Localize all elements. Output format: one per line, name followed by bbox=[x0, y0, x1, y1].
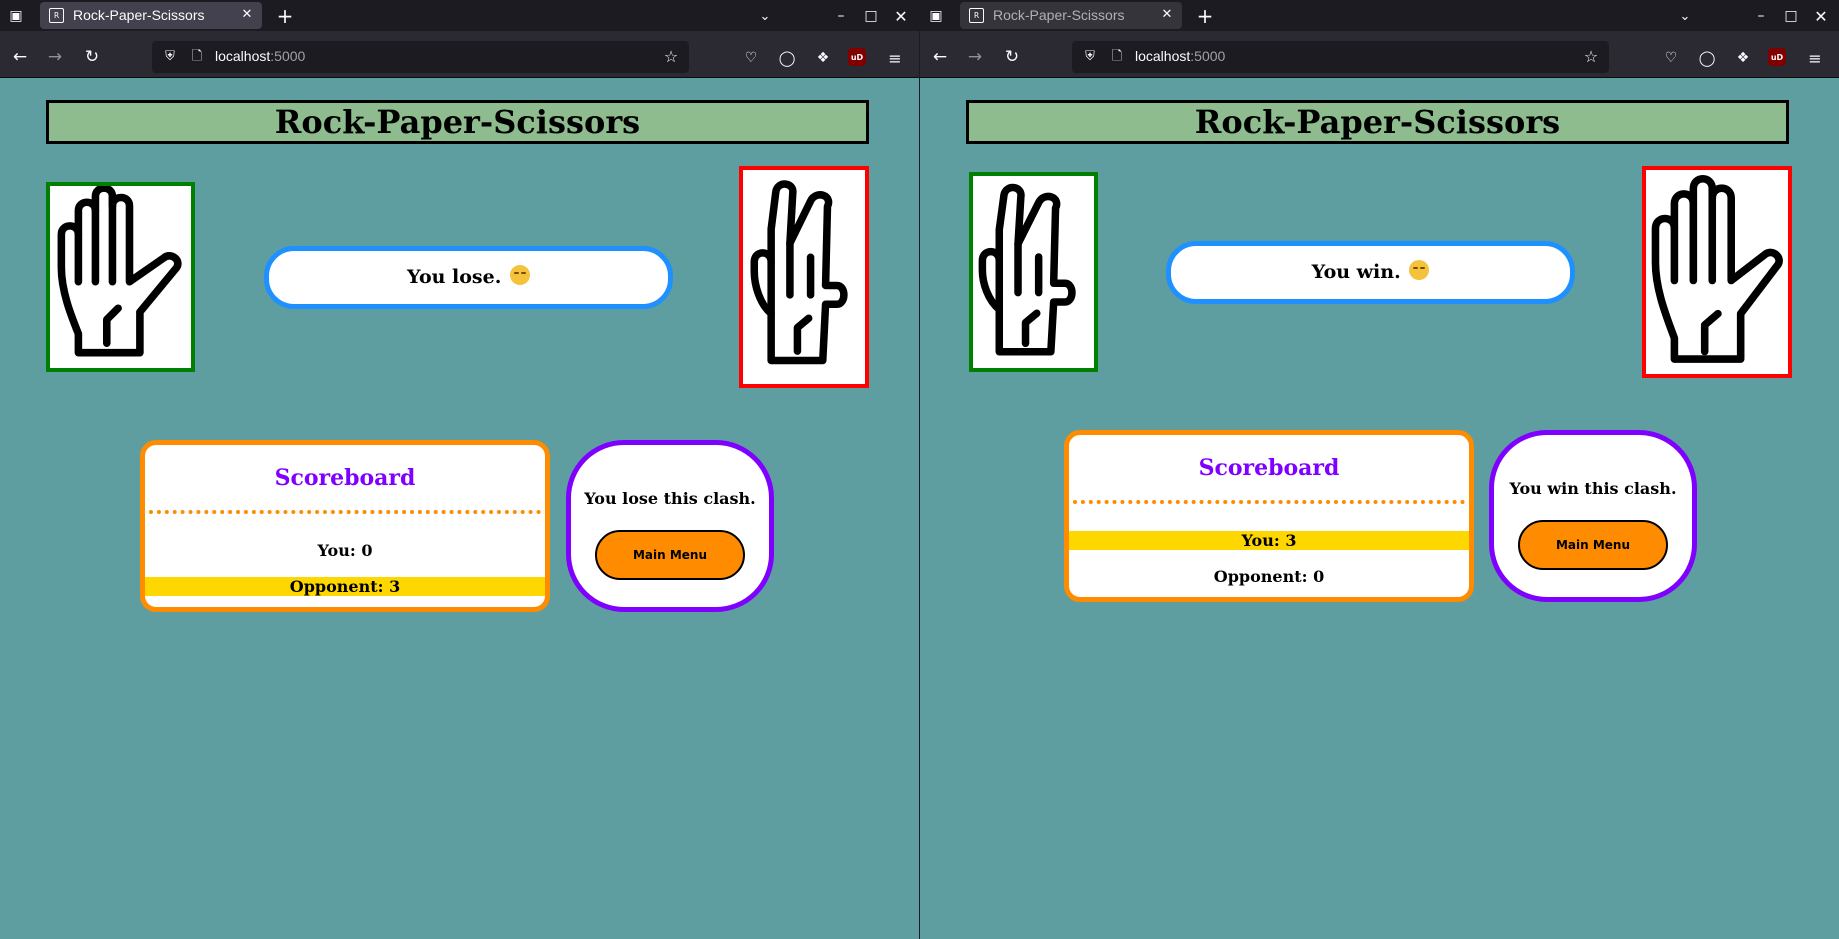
scoreboard-title: Scoreboard bbox=[274, 465, 416, 491]
main-menu-button[interactable]: Main Menu bbox=[1518, 520, 1668, 570]
url-bar[interactable]: ⛨ 🗋 localhost:5000 ☆ bbox=[1072, 41, 1609, 73]
player-hand-card bbox=[969, 172, 1098, 372]
new-tab-icon[interactable]: + bbox=[274, 4, 296, 28]
maximize-icon[interactable]: □ bbox=[860, 5, 882, 27]
paper-hand-icon bbox=[1651, 175, 1783, 363]
scoreboard-divider bbox=[149, 510, 541, 514]
url-port: :5000 bbox=[270, 48, 306, 64]
account-icon[interactable]: ◯ bbox=[776, 47, 798, 69]
score-you: You: 3 bbox=[1069, 531, 1469, 550]
extensions-icon[interactable]: ❖ bbox=[812, 47, 834, 69]
result-pill: You lose. bbox=[264, 246, 673, 309]
scoreboard-title: Scoreboard bbox=[1198, 455, 1340, 481]
paper-hand-icon bbox=[57, 186, 182, 357]
page-content: Rock-Paper-Scissors You lose. Scoreboard… bbox=[0, 78, 919, 939]
favicon-icon: R bbox=[49, 8, 64, 23]
clash-text: You win this clash. bbox=[1509, 479, 1677, 498]
back-arrow-icon[interactable]: ← bbox=[8, 45, 32, 69]
forward-arrow-icon[interactable]: → bbox=[963, 45, 987, 69]
clash-box: You win this clash. Main Menu bbox=[1489, 430, 1697, 602]
close-tab-icon[interactable]: ✕ bbox=[1158, 6, 1176, 24]
tab-bar: ▣ R Rock-Paper-Scissors ✕ + ⌄ – □ ✕ bbox=[920, 0, 1839, 31]
url-text[interactable]: localhost:5000 bbox=[215, 48, 305, 64]
tab-title: Rock-Paper-Scissors bbox=[993, 7, 1125, 23]
scoreboard: Scoreboard You: 3 Opponent: 0 bbox=[1064, 430, 1474, 602]
page-icon[interactable]: 🗋 bbox=[1109, 48, 1125, 66]
player-hand-card bbox=[46, 182, 195, 372]
tab-list-icon[interactable]: ▣ bbox=[926, 6, 946, 26]
extensions-icon[interactable]: ❖ bbox=[1732, 47, 1754, 69]
bookmark-star-icon[interactable]: ☆ bbox=[1581, 47, 1601, 67]
game-title: Rock-Paper-Scissors bbox=[966, 100, 1789, 144]
close-tab-icon[interactable]: ✕ bbox=[238, 6, 256, 24]
maximize-icon[interactable]: □ bbox=[1780, 5, 1802, 27]
page-icon[interactable]: 🗋 bbox=[189, 48, 205, 66]
tab-title: Rock-Paper-Scissors bbox=[73, 7, 205, 23]
url-port: :5000 bbox=[1190, 48, 1226, 64]
clash-box: You lose this clash. Main Menu bbox=[566, 440, 774, 612]
tab-rock-paper-scissors[interactable]: R Rock-Paper-Scissors ✕ bbox=[40, 2, 262, 29]
scoreboard: Scoreboard You: 0 Opponent: 3 bbox=[140, 440, 550, 612]
game-title: Rock-Paper-Scissors bbox=[46, 100, 869, 144]
score-opponent: Opponent: 3 bbox=[145, 577, 545, 596]
back-arrow-icon[interactable]: ← bbox=[928, 45, 952, 69]
reload-icon[interactable]: ↻ bbox=[1000, 45, 1024, 69]
bookmark-star-icon[interactable]: ☆ bbox=[661, 47, 681, 67]
clash-text: You lose this clash. bbox=[584, 489, 756, 508]
forward-arrow-icon[interactable]: → bbox=[43, 45, 67, 69]
browser-window-left: ▣ R Rock-Paper-Scissors ✕ + ⌄ – □ ✕ ← → … bbox=[0, 0, 919, 939]
scissors-hand-icon bbox=[750, 180, 848, 365]
url-bar[interactable]: ⛨ 🗋 localhost:5000 ☆ bbox=[152, 41, 689, 73]
tab-bar: ▣ R Rock-Paper-Scissors ✕ + ⌄ – □ ✕ bbox=[0, 0, 919, 31]
url-host: localhost bbox=[215, 48, 271, 64]
minimize-icon[interactable]: – bbox=[1750, 5, 1772, 27]
chevron-down-icon[interactable]: ⌄ bbox=[754, 5, 776, 27]
shield-icon[interactable]: ⛨ bbox=[1081, 48, 1099, 66]
ublock-icon[interactable]: uD bbox=[1768, 48, 1786, 66]
url-text[interactable]: localhost:5000 bbox=[1135, 48, 1225, 64]
winking-face-icon bbox=[1409, 260, 1430, 280]
hamburger-menu-icon[interactable]: ≡ bbox=[1804, 47, 1826, 69]
pocket-icon[interactable]: ♡ bbox=[1660, 47, 1682, 69]
tab-list-icon[interactable]: ▣ bbox=[6, 6, 26, 26]
opponent-hand-card bbox=[739, 166, 869, 388]
opponent-hand-card bbox=[1642, 166, 1792, 378]
url-host: localhost bbox=[1135, 48, 1191, 64]
reload-icon[interactable]: ↻ bbox=[80, 45, 104, 69]
tab-rock-paper-scissors[interactable]: R Rock-Paper-Scissors ✕ bbox=[960, 2, 1182, 29]
minimize-icon[interactable]: – bbox=[830, 5, 852, 27]
main-menu-button[interactable]: Main Menu bbox=[595, 530, 745, 580]
result-text: You win. bbox=[1311, 261, 1401, 283]
result-pill: You win. bbox=[1166, 241, 1575, 304]
shield-icon[interactable]: ⛨ bbox=[161, 48, 179, 66]
pocket-icon[interactable]: ♡ bbox=[740, 47, 762, 69]
ublock-icon[interactable]: uD bbox=[848, 48, 866, 66]
result-text: You lose. bbox=[407, 266, 502, 288]
score-you: You: 0 bbox=[317, 541, 373, 560]
account-icon[interactable]: ◯ bbox=[1696, 47, 1718, 69]
chevron-down-icon[interactable]: ⌄ bbox=[1674, 5, 1696, 27]
page-content: Rock-Paper-Scissors You win. Scoreboard … bbox=[920, 78, 1839, 939]
favicon-icon: R bbox=[969, 8, 984, 23]
browser-window-right: ▣ R Rock-Paper-Scissors ✕ + ⌄ – □ ✕ ← → … bbox=[920, 0, 1839, 939]
hamburger-menu-icon[interactable]: ≡ bbox=[884, 47, 906, 69]
score-opponent: Opponent: 0 bbox=[1213, 567, 1325, 586]
close-window-icon[interactable]: ✕ bbox=[890, 5, 912, 27]
close-window-icon[interactable]: ✕ bbox=[1810, 5, 1832, 27]
scissors-hand-icon bbox=[978, 183, 1076, 356]
scoreboard-divider bbox=[1073, 500, 1465, 504]
relieved-face-icon bbox=[509, 265, 530, 285]
new-tab-icon[interactable]: + bbox=[1194, 4, 1216, 28]
